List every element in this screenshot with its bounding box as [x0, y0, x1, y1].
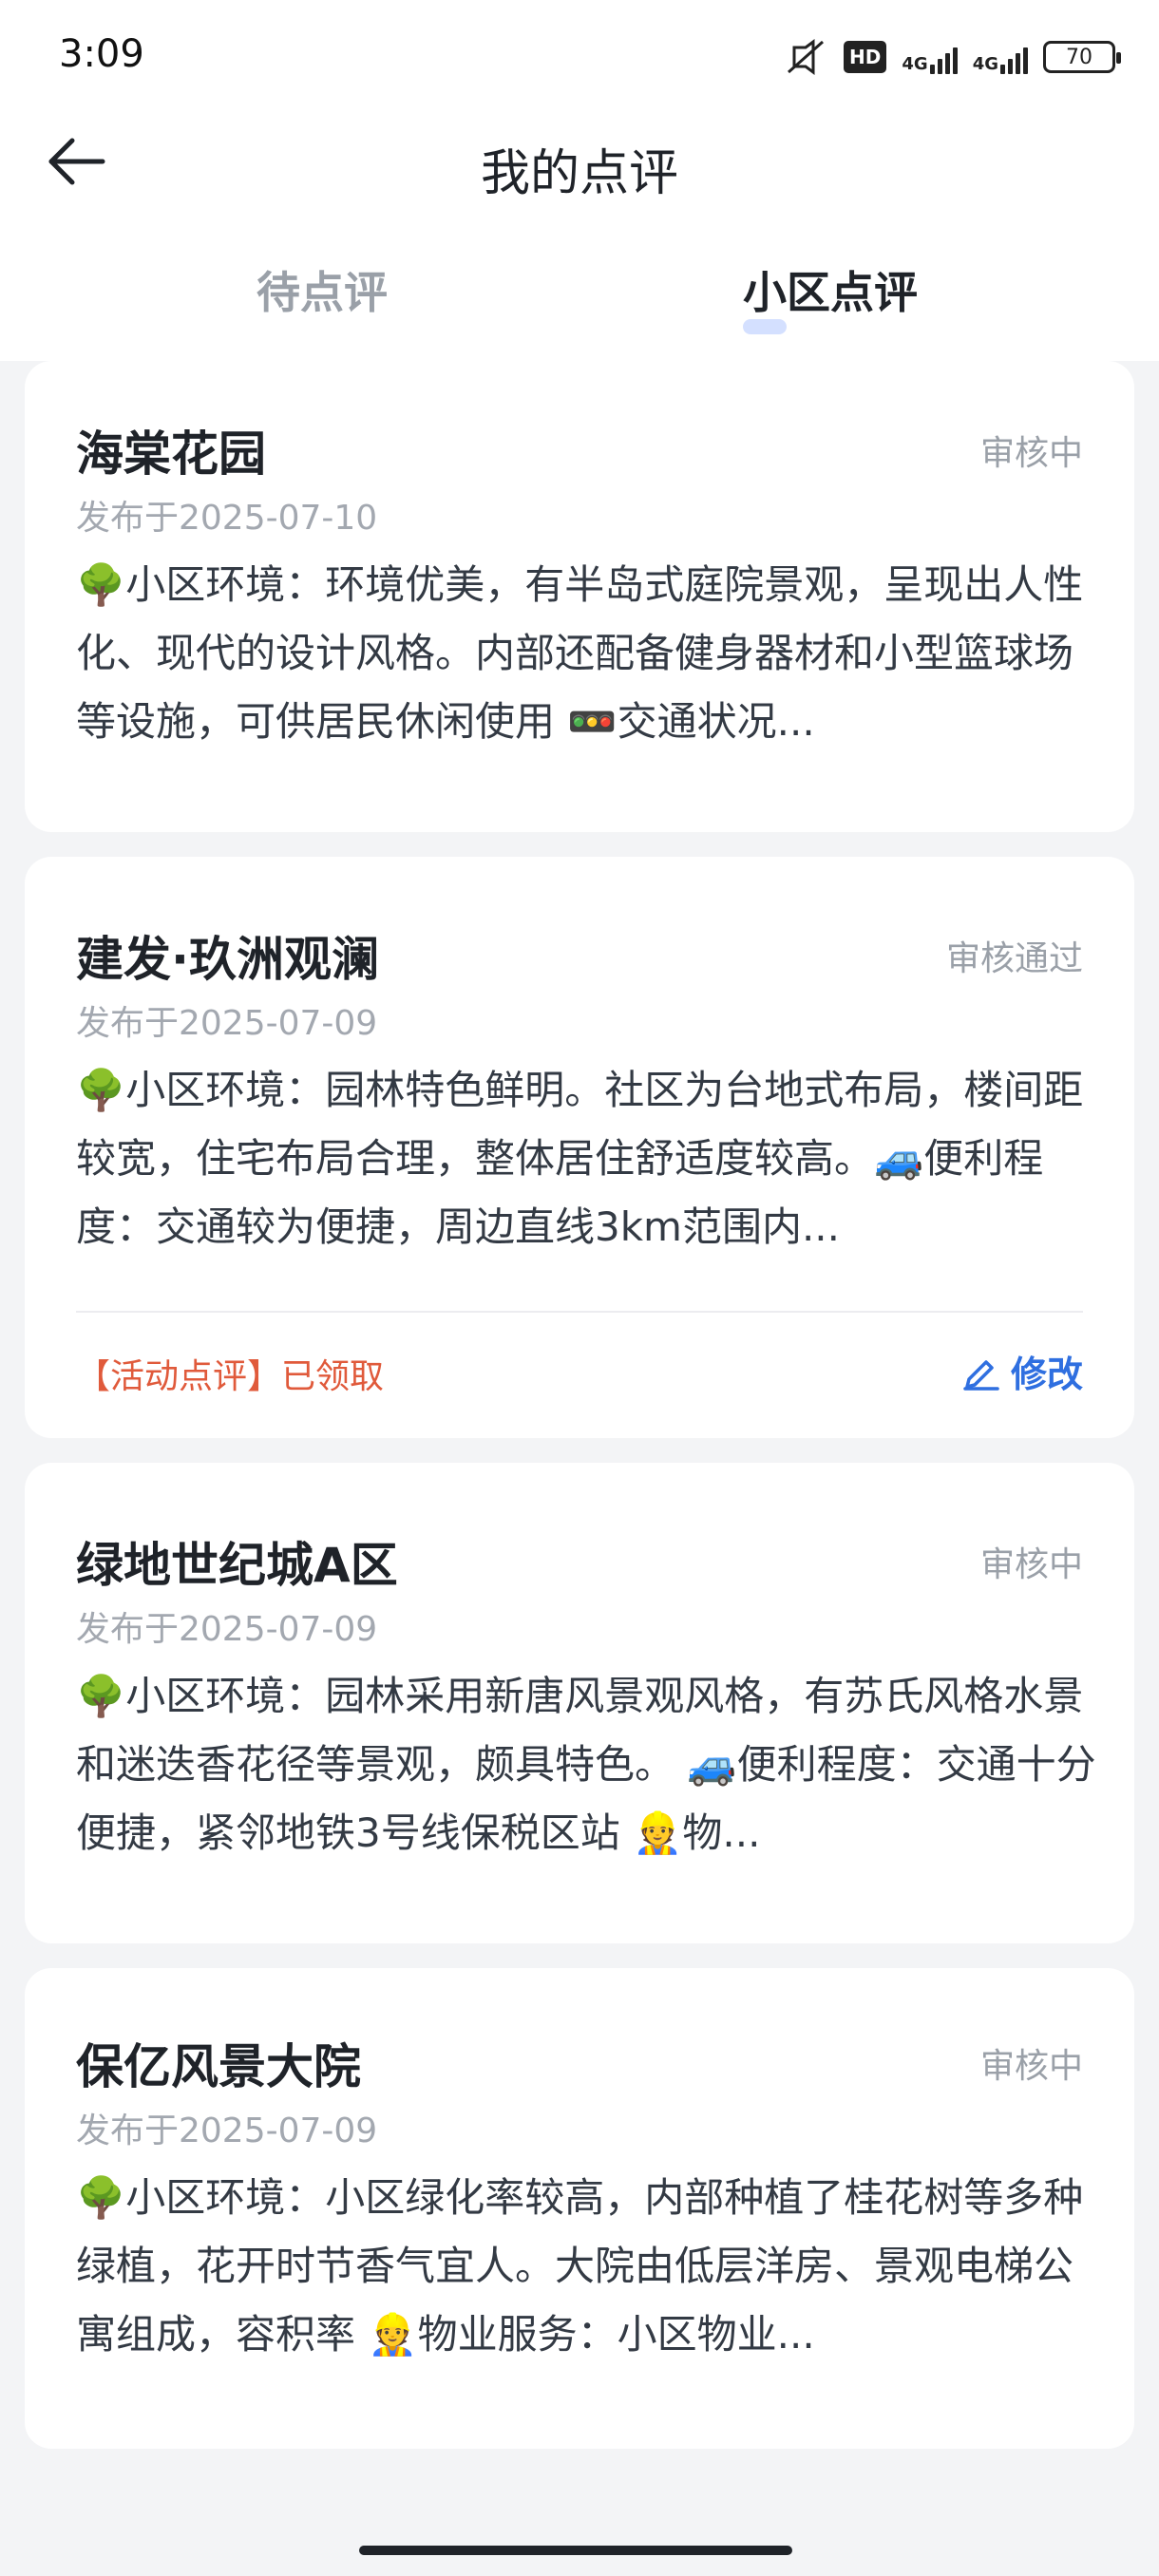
review-card[interactable]: 建发·玖洲观澜 审核通过 发布于2025-07-09 🌳小区环境：园林特色鲜明。…	[25, 857, 1134, 1438]
signal-1: 4G	[902, 40, 958, 74]
edit-button[interactable]: 修改	[961, 1345, 1083, 1397]
review-content: 🌳小区环境：园林采用新唐风景观风格，有苏氏风格水景和迷迭香花径等景观，颇具特色。…	[76, 1673, 1096, 1856]
tab-pending-review[interactable]: 待点评	[256, 258, 388, 321]
hd-badge: HD	[844, 41, 887, 73]
review-card[interactable]: 保亿风景大院 审核中 发布于2025-07-09 🌳小区环境：小区绿化率较高，内…	[25, 1968, 1134, 2449]
review-card[interactable]: 海棠花园 审核中 发布于2025-07-10 🌳小区环境：环境优美，有半岛式庭院…	[25, 361, 1134, 832]
edit-label: 修改	[1010, 1354, 1083, 1395]
activity-review-label: 【活动点评】已领取	[76, 1357, 385, 1396]
publish-date: 发布于2025-07-09	[76, 1610, 378, 1649]
signal-bars-icon	[1000, 46, 1028, 74]
mute-vibrate-icon	[788, 39, 825, 75]
review-card[interactable]: 绿地世纪城A区 审核中 发布于2025-07-09 🌳小区环境：园林采用新唐风景…	[25, 1463, 1134, 1943]
battery-icon: 70	[1043, 41, 1121, 73]
status-time: 3:09	[59, 32, 144, 76]
tab-community-review[interactable]: 小区点评	[743, 258, 918, 321]
page-title: 我的点评	[480, 145, 678, 202]
review-content: 🌳小区环境：园林特色鲜明。社区为台地式布局，楼间距较宽，住宅布局合理，整体居住舒…	[76, 1067, 1084, 1250]
status-bar: 3:09 HD 4G 4G 70	[0, 0, 1159, 114]
status-icons: HD 4G 4G 70	[785, 34, 1121, 80]
review-status: 审核中	[979, 434, 1083, 473]
tab-bar: 待点评 小区点评	[0, 237, 1159, 342]
review-content: 🌳小区环境：小区绿化率较高，内部种植了桂花树等多种绿植，花开时节香气宜人。大院由…	[76, 2174, 1084, 2358]
publish-date: 发布于2025-07-09	[76, 2112, 378, 2150]
home-indicator[interactable]	[359, 2546, 792, 2555]
review-status: 审核中	[979, 2047, 1083, 2086]
publish-date: 发布于2025-07-10	[76, 499, 378, 538]
pencil-icon	[963, 1359, 999, 1391]
network-type-2: 4G	[972, 54, 998, 74]
nav-bar: 我的点评	[0, 114, 1159, 209]
review-status: 审核中	[979, 1545, 1083, 1584]
card-divider	[76, 1311, 1083, 1313]
publish-date: 发布于2025-07-09	[76, 1004, 378, 1043]
review-content: 🌳小区环境：环境优美，有半岛式庭院景观，呈现出人性化、现代的设计风格。内部还配备…	[76, 561, 1084, 745]
community-name: 海棠花园	[76, 426, 266, 482]
community-name: 绿地世纪城A区	[76, 1538, 398, 1593]
review-status: 审核通过	[945, 939, 1083, 978]
battery-level: 70	[1066, 45, 1092, 69]
signal-bars-icon	[929, 46, 958, 74]
network-type-1: 4G	[902, 54, 928, 74]
community-name: 建发·玖洲观澜	[76, 932, 379, 987]
signal-2: 4G	[973, 40, 1028, 74]
tab-active-indicator	[743, 319, 787, 334]
community-name: 保亿风景大院	[76, 2039, 361, 2094]
